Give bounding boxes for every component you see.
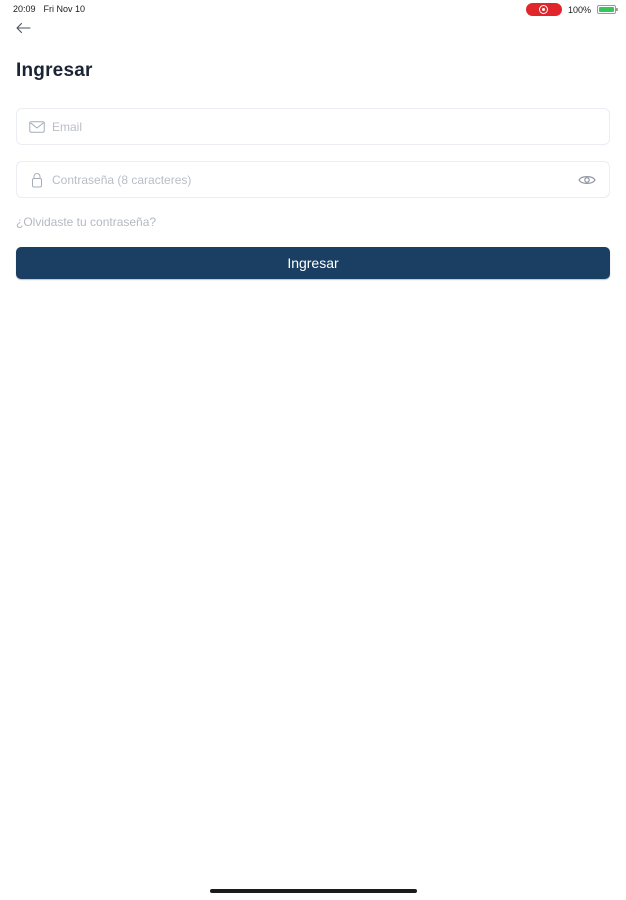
email-input[interactable]: [52, 109, 609, 144]
battery-fill: [599, 7, 614, 12]
record-icon: [538, 5, 548, 14]
mail-icon: [29, 119, 45, 135]
eye-icon: [578, 175, 596, 184]
home-indicator[interactable]: [210, 889, 417, 893]
status-bar: 20:09 Fri Nov 10 100%: [0, 0, 626, 20]
status-date: Fri Nov 10: [43, 4, 86, 14]
show-password-toggle[interactable]: [577, 173, 597, 187]
email-field[interactable]: [16, 108, 610, 145]
arrow-left-icon: [16, 22, 31, 34]
battery-icon: [597, 5, 618, 14]
login-button[interactable]: Ingresar: [16, 247, 610, 279]
battery-percent: 100%: [567, 4, 591, 15]
back-button[interactable]: [14, 20, 36, 36]
lock-icon: [29, 172, 45, 188]
forgot-password-link[interactable]: ¿Olvidaste tu contraseña?: [16, 215, 156, 229]
password-field[interactable]: [16, 161, 610, 198]
password-input[interactable]: [52, 162, 577, 197]
page-title: Ingresar: [16, 60, 93, 81]
status-right: 100%: [525, 3, 618, 16]
screen-recording-indicator[interactable]: [525, 3, 562, 16]
status-time: 20:09: [13, 4, 36, 14]
status-left: 20:09 Fri Nov 10: [13, 4, 85, 14]
